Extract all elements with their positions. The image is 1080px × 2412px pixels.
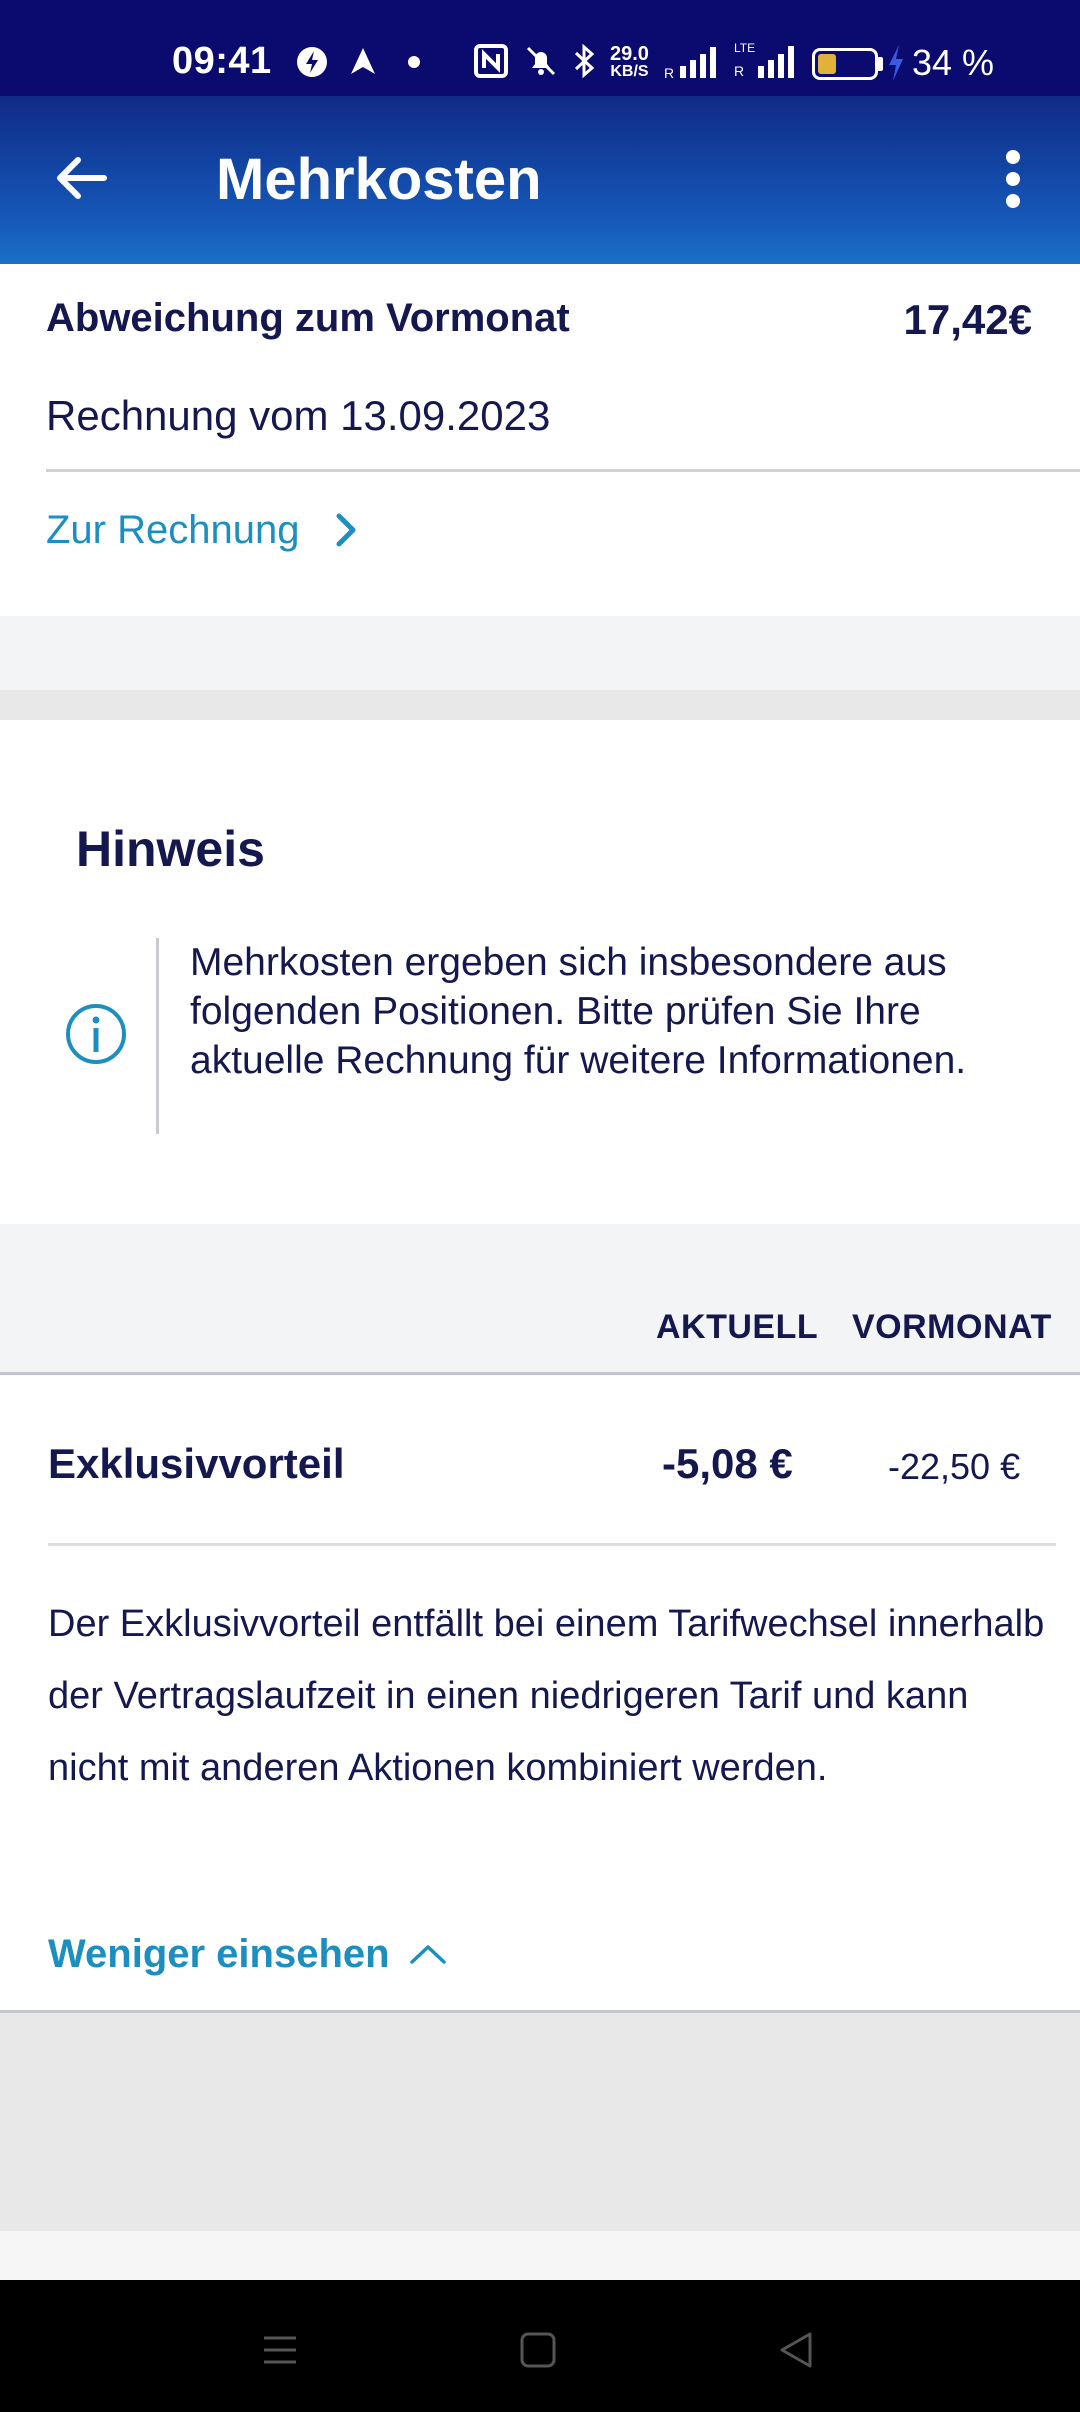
- chevron-up-icon: [409, 1945, 446, 1964]
- signal-icon: R: [664, 47, 716, 80]
- to-invoice-link[interactable]: Zur Rechnung: [46, 500, 357, 560]
- status-bar: 09:41 29.0 KB/S R LTE R 34 %: [0, 0, 1080, 96]
- info-icon: [66, 1004, 126, 1064]
- battery-percent: 34 %: [912, 42, 995, 83]
- to-invoice-label: Zur Rechnung: [46, 507, 300, 552]
- divider: [0, 1372, 1080, 1375]
- back-arrow-icon[interactable]: [52, 148, 112, 208]
- divider: [48, 1543, 1056, 1546]
- more-vert-icon[interactable]: [996, 148, 1032, 212]
- deviation-value: 17,42€: [903, 296, 1032, 343]
- status-time: 09:41: [172, 40, 272, 82]
- bluetooth-icon: [574, 44, 595, 78]
- app-bar: Mehrkosten: [0, 96, 1080, 264]
- page-title: Mehrkosten: [216, 147, 542, 212]
- column-header-previous: VORMONAT: [852, 1308, 1052, 1346]
- row-current-value: -5,08 €: [662, 1440, 793, 1487]
- notification-dot-icon: [408, 56, 420, 68]
- invoice-date: Rechnung vom 13.09.2023: [46, 392, 551, 439]
- chevron-right-icon: [336, 513, 356, 547]
- navigation-arrow-icon: [351, 48, 375, 74]
- empty-area-footer: [0, 2231, 1080, 2280]
- network-speed: 29.0 KB/S: [610, 43, 649, 80]
- divider: [46, 469, 1080, 472]
- deviation-label: Abweichung zum Vormonat: [46, 296, 570, 340]
- menu-icon[interactable]: [250, 2320, 310, 2380]
- row-label: Exklusivvorteil: [48, 1440, 345, 1487]
- bell-muted-icon: [526, 46, 556, 76]
- battery-icon: [812, 48, 878, 80]
- hinweis-text: Mehrkosten ergeben sich insbesondere aus…: [190, 941, 967, 1082]
- hinweis-divider: [156, 938, 159, 1134]
- lte-signal-icon: LTE R: [734, 41, 794, 79]
- section-gap: [0, 616, 1080, 690]
- back-triangle-icon[interactable]: [766, 2320, 826, 2380]
- row-description: Der Exklusivvorteil entfällt bei einem T…: [48, 1603, 1045, 1789]
- show-less-label: Weniger einsehen: [48, 1931, 390, 1976]
- svg-text:R: R: [664, 65, 674, 80]
- row-previous-value: -22,50 €: [888, 1446, 1021, 1487]
- charging-bolt-icon: [889, 45, 903, 81]
- hinweis-title: Hinweis: [76, 821, 265, 877]
- column-header-current: AKTUELL: [656, 1308, 819, 1346]
- data-saver-icon: [297, 47, 327, 77]
- show-less-button[interactable]: Weniger einsehen: [48, 1924, 448, 1984]
- nfc-icon: [474, 44, 508, 78]
- table-header: [0, 1224, 1080, 1374]
- section-separator: [0, 690, 1080, 720]
- svg-text:R: R: [734, 63, 744, 79]
- home-icon[interactable]: [508, 2320, 568, 2380]
- empty-area: [0, 2013, 1080, 2231]
- system-nav-bar: [0, 2280, 1080, 2412]
- svg-text:LTE: LTE: [734, 41, 755, 55]
